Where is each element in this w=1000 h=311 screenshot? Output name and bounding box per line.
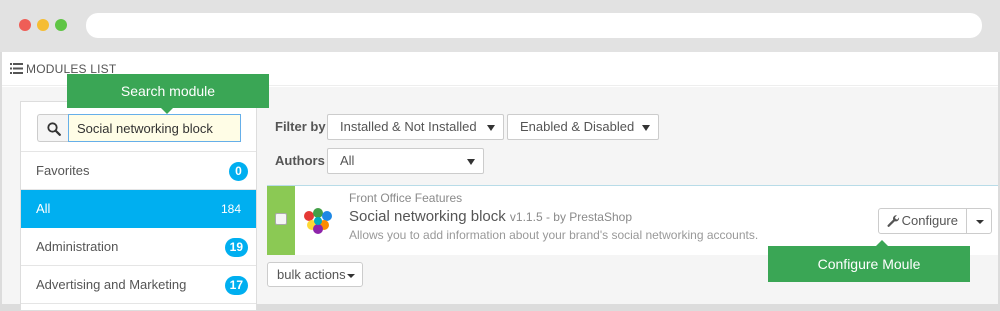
search-button[interactable] bbox=[37, 114, 69, 142]
authors-label: Authors bbox=[275, 153, 325, 168]
module-category: Front Office Features bbox=[349, 191, 463, 205]
install-status-select[interactable]: Installed & Not Installed bbox=[327, 114, 504, 140]
authors-select[interactable]: All bbox=[327, 148, 484, 174]
bulk-actions-button[interactable]: bulk actions bbox=[267, 262, 363, 287]
sidebar-item-label: Favorites bbox=[36, 163, 90, 178]
configure-label: Configure bbox=[901, 213, 958, 228]
module-version: v1.1.5 - by PrestaShop bbox=[509, 210, 632, 224]
enabled-status-select[interactable]: Enabled & Disabled bbox=[507, 114, 659, 140]
chevron-down-icon bbox=[642, 125, 650, 131]
count-badge: 184 bbox=[220, 202, 241, 216]
browser-chrome bbox=[0, 0, 1000, 52]
sidebar-item-favorites[interactable]: Favorites 0 bbox=[21, 152, 256, 190]
search-module-tooltip: Search module bbox=[67, 74, 269, 114]
close-window-dot[interactable] bbox=[19, 19, 31, 31]
configure-dropdown-toggle[interactable] bbox=[966, 208, 992, 234]
list-icon bbox=[10, 63, 23, 74]
wrench-icon bbox=[887, 215, 900, 227]
module-description: Allows you to add information about your… bbox=[349, 228, 759, 242]
module-title: Social networking block bbox=[349, 208, 506, 225]
module-checkbox[interactable] bbox=[275, 213, 287, 225]
module-name: Social networking block v1.1.5 - by Pres… bbox=[349, 208, 632, 225]
sidebar-item-all[interactable]: All 184 bbox=[21, 190, 256, 228]
authors-value: All bbox=[340, 153, 355, 168]
configure-module-tooltip: Configure Moule bbox=[768, 240, 970, 282]
enabled-status-value: Enabled & Disabled bbox=[520, 119, 635, 134]
count-badge: 19 bbox=[224, 238, 248, 257]
chevron-down-icon bbox=[347, 274, 355, 278]
install-status-value: Installed & Not Installed bbox=[340, 119, 477, 134]
category-sidebar: Favorites 0 All 184 Administration 19 Ad… bbox=[20, 101, 257, 311]
module-row: Front Office Features Social networking … bbox=[267, 185, 998, 255]
chevron-down-icon bbox=[976, 220, 984, 224]
chevron-down-icon bbox=[487, 125, 495, 131]
maximize-window-dot[interactable] bbox=[55, 19, 67, 31]
search-input[interactable] bbox=[68, 114, 241, 142]
sidebar-item-advertising-marketing[interactable]: Advertising and Marketing 17 bbox=[21, 266, 256, 304]
module-search bbox=[21, 102, 256, 152]
search-icon bbox=[47, 122, 61, 136]
sidebar-item-label: Advertising and Marketing bbox=[36, 277, 187, 292]
count-badge: 0 bbox=[229, 162, 248, 181]
chevron-down-icon bbox=[467, 159, 475, 165]
sidebar-item-label: All bbox=[36, 201, 51, 216]
sidebar-item-administration[interactable]: Administration 19 bbox=[21, 228, 256, 266]
address-bar[interactable] bbox=[86, 13, 982, 38]
filter-by-label: Filter by bbox=[275, 119, 326, 134]
social-network-icon bbox=[304, 208, 332, 234]
minimize-window-dot[interactable] bbox=[37, 19, 49, 31]
bulk-actions-label: bulk actions bbox=[277, 267, 346, 282]
configure-button[interactable]: Configure bbox=[878, 208, 967, 234]
count-badge: 17 bbox=[224, 276, 248, 295]
sidebar-item-label: Administration bbox=[36, 239, 119, 254]
module-status-bar bbox=[267, 186, 295, 255]
